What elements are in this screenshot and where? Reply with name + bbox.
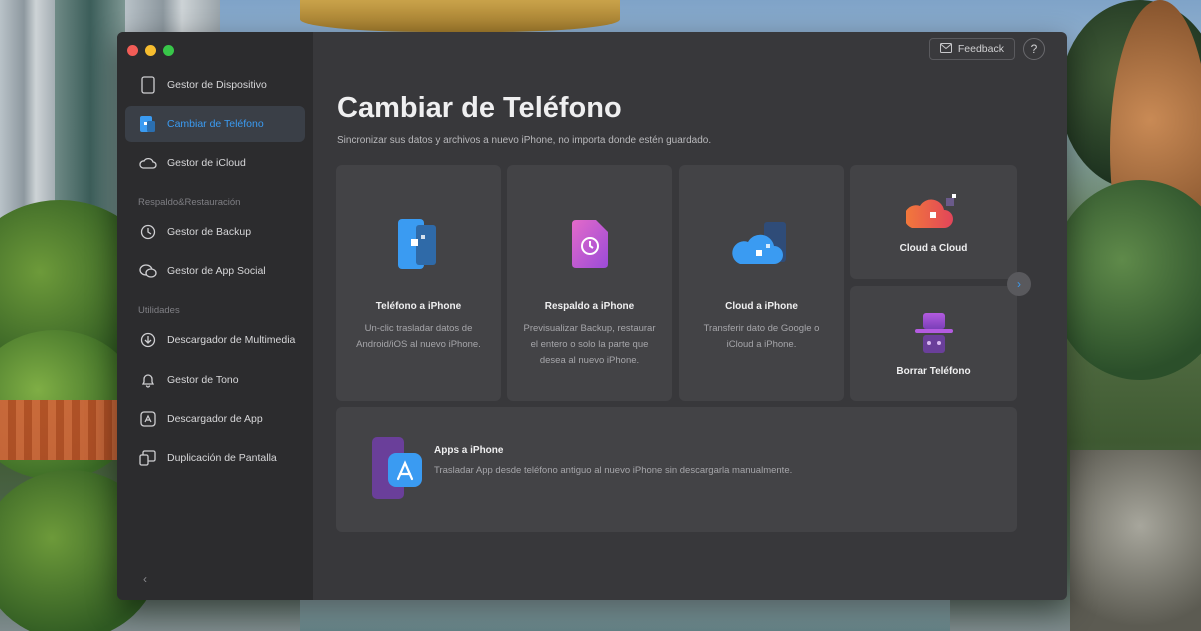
sidebar-item-label: Cambiar de Teléfono (167, 118, 264, 130)
sidebar-item-duplicacion-pantalla[interactable]: Duplicación de Pantalla (125, 440, 305, 476)
phone-to-phone-icon (389, 215, 449, 275)
cloud-phone-icon (729, 215, 795, 275)
backup-file-icon (560, 215, 620, 275)
sidebar-item-descargador-multimedia[interactable]: Descargador de Multimedia (125, 322, 305, 358)
sidebar-item-gestor-app-social[interactable]: Gestor de App Social (125, 253, 305, 289)
background-pagoda-roof (300, 0, 620, 32)
app-window: Gestor de Dispositivo Cambiar de Teléfon… (117, 32, 1067, 600)
screen-mirror-icon (139, 449, 157, 467)
bell-icon (139, 371, 157, 389)
close-window-button[interactable] (127, 45, 138, 56)
card-title: Teléfono a iPhone (375, 301, 462, 312)
collapse-sidebar-button[interactable]: ‹ (143, 572, 147, 586)
sidebar-item-label: Gestor de App Social (167, 265, 266, 277)
card-title: Borrar Teléfono (896, 366, 971, 377)
card-description: Transferir dato de Google o iCloud a iPh… (703, 323, 820, 350)
sidebar-item-gestor-tono[interactable]: Gestor de Tono (125, 362, 305, 398)
sidebar-item-cambiar-telefono[interactable]: Cambiar de Teléfono (125, 106, 305, 142)
sidebar-item-label: Duplicación de Pantalla (167, 452, 277, 464)
card-title: Cloud a iPhone (725, 301, 798, 312)
background-tree (1050, 180, 1201, 380)
mail-icon (939, 42, 952, 56)
card-cloud-a-iphone[interactable]: Cloud a iPhone Transferir dato de Google… (679, 165, 844, 401)
card-respaldo-a-iphone[interactable]: Respaldo a iPhone Previsualizar Backup, … (507, 165, 672, 401)
card-telefono-a-iphone[interactable]: Teléfono a iPhone Un-clic trasladar dato… (336, 165, 501, 401)
sidebar-item-gestor-icloud[interactable]: Gestor de iCloud (125, 145, 305, 181)
app-store-icon (139, 410, 157, 428)
minimize-window-button[interactable] (145, 45, 156, 56)
cloud-to-cloud-icon (904, 191, 964, 233)
card-title: Respaldo a iPhone (544, 301, 635, 312)
sidebar-item-label: Gestor de Tono (167, 374, 239, 386)
next-page-button[interactable]: › (1007, 272, 1031, 296)
card-cloud-a-cloud[interactable]: Cloud a Cloud (850, 165, 1017, 279)
download-circle-icon (139, 331, 157, 349)
background-rocks (1070, 450, 1201, 631)
sidebar-item-label: Descargador de App (167, 413, 263, 425)
backup-clock-icon (139, 223, 157, 241)
card-description: Previsualizar Backup, restaurar el enter… (523, 323, 656, 366)
card-description: Un-clic trasladar datos de Android/iOS a… (356, 323, 481, 350)
sidebar-item-label: Gestor de Backup (167, 226, 252, 238)
background-building (55, 0, 125, 220)
sidebar-item-label: Gestor de Dispositivo (167, 79, 267, 91)
card-description: Trasladar App desde teléfono antiguo al … (434, 465, 793, 476)
chat-bubbles-icon (139, 262, 157, 280)
help-button[interactable]: ? (1023, 38, 1045, 60)
sidebar-item-gestor-backup[interactable]: Gestor de Backup (125, 214, 305, 250)
window-controls (127, 45, 174, 56)
section-label-utilidades: Utilidades (138, 305, 180, 316)
sidebar: Gestor de Dispositivo Cambiar de Teléfon… (117, 32, 313, 600)
header-tools: Feedback ? (928, 38, 1045, 60)
phone-outline-icon (139, 76, 157, 94)
sidebar-item-descargador-app[interactable]: Descargador de App (125, 401, 305, 437)
app-store-phone-icon (370, 435, 426, 506)
card-title: Apps a iPhone (434, 445, 504, 456)
phone-transfer-icon (139, 115, 157, 133)
card-apps-a-iphone[interactable]: Apps a iPhone Trasladar App desde teléfo… (336, 407, 1017, 532)
sidebar-item-label: Descargador de Multimedia (167, 334, 296, 346)
background-bridge (0, 400, 118, 460)
cloud-icon (139, 154, 157, 172)
feedback-label: Feedback (957, 43, 1004, 55)
background-water (300, 600, 950, 631)
page-title: Cambiar de Teléfono (337, 92, 622, 124)
zoom-window-button[interactable] (163, 45, 174, 56)
feedback-button[interactable]: Feedback (928, 38, 1015, 60)
sidebar-item-gestor-dispositivo[interactable]: Gestor de Dispositivo (125, 67, 305, 103)
card-borrar-telefono[interactable]: Borrar Teléfono (850, 286, 1017, 401)
incognito-icon (909, 310, 959, 356)
page-subtitle: Sincronizar sus datos y archivos a nuevo… (337, 135, 712, 146)
card-title: Cloud a Cloud (899, 243, 968, 254)
sidebar-item-label: Gestor de iCloud (167, 157, 246, 169)
section-label-respaldo: Respaldo&Restauración (138, 197, 241, 208)
